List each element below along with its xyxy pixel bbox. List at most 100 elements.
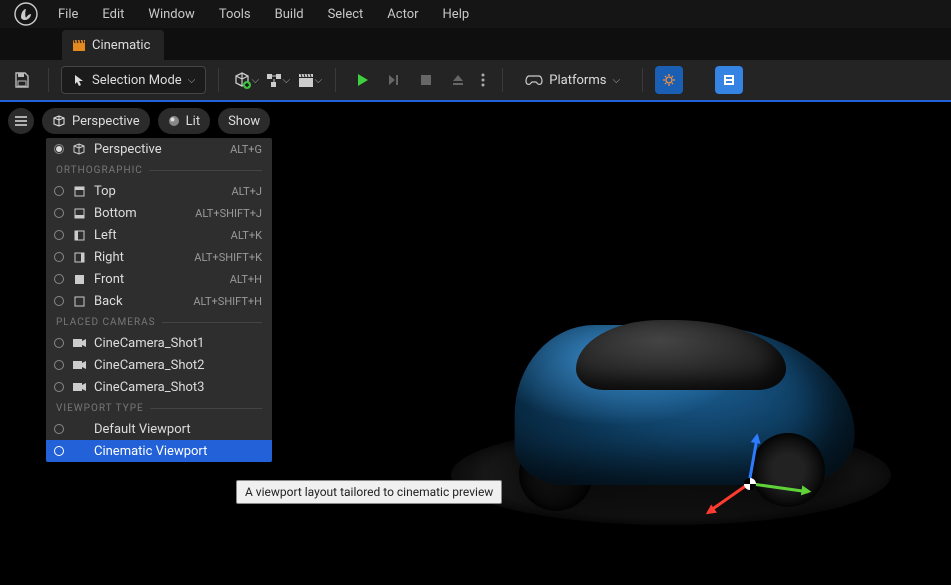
save-icon bbox=[13, 71, 31, 89]
clapper-icon bbox=[297, 71, 315, 89]
view-option-left[interactable]: Left ALT+K bbox=[46, 224, 272, 246]
sphere-icon bbox=[168, 115, 180, 127]
perspective-button[interactable]: Perspective bbox=[42, 108, 150, 134]
blueprint-button[interactable]: ⌵ bbox=[263, 66, 291, 94]
play-icon bbox=[354, 72, 370, 88]
transform-gizmo bbox=[739, 415, 819, 495]
show-button[interactable]: Show bbox=[218, 108, 270, 134]
chevron-down-icon: ⌵ bbox=[315, 75, 323, 86]
platforms-button[interactable]: Platforms ⌵ bbox=[515, 66, 630, 94]
menu-help[interactable]: Help bbox=[431, 1, 482, 28]
camera-icon bbox=[72, 358, 86, 372]
menu-window[interactable]: Window bbox=[136, 1, 206, 28]
section-viewport-type: VIEWPORT TYPE bbox=[46, 398, 272, 418]
selection-mode-button[interactable]: Selection Mode ⌵ bbox=[61, 66, 206, 94]
menu-actor[interactable]: Actor bbox=[375, 1, 430, 28]
menu-tools[interactable]: Tools bbox=[207, 1, 263, 28]
selection-mode-label: Selection Mode bbox=[92, 73, 182, 88]
camera-icon bbox=[72, 336, 86, 350]
menu-select[interactable]: Select bbox=[316, 1, 376, 28]
store-icon bbox=[722, 73, 736, 87]
square-front-icon bbox=[72, 272, 86, 286]
viewport-type-cinematic[interactable]: Cinematic Viewport bbox=[46, 440, 272, 462]
camera-option-shot3[interactable]: CineCamera_Shot3 bbox=[46, 376, 272, 398]
stop-button[interactable] bbox=[412, 66, 440, 94]
perspective-label: Perspective bbox=[72, 114, 140, 129]
stop-icon bbox=[419, 73, 433, 87]
view-option-front[interactable]: Front ALT+H bbox=[46, 268, 272, 290]
separator bbox=[218, 68, 219, 92]
camera-option-shot1[interactable]: CineCamera_Shot1 bbox=[46, 332, 272, 354]
skip-button[interactable] bbox=[380, 66, 408, 94]
chevron-down-icon: ⌵ bbox=[612, 75, 620, 86]
view-dropdown: Perspective ALT+G ORTHOGRAPHIC Top ALT+J… bbox=[46, 138, 272, 462]
cursor-icon bbox=[72, 73, 86, 87]
section-orthographic: ORTHOGRAPHIC bbox=[46, 160, 272, 180]
marketplace-button[interactable] bbox=[715, 66, 743, 94]
view-option-top[interactable]: Top ALT+J bbox=[46, 180, 272, 202]
clapperboard-icon bbox=[72, 38, 86, 52]
play-controls bbox=[348, 66, 490, 94]
axis-x bbox=[749, 482, 809, 493]
view-option-back[interactable]: Back ALT+SHIFT+H bbox=[46, 290, 272, 312]
cinematics-button[interactable]: ⌵ bbox=[295, 66, 323, 94]
app-logo bbox=[6, 2, 46, 26]
viewport-menu-button[interactable] bbox=[8, 108, 34, 134]
eject-icon bbox=[451, 73, 465, 87]
settings-button[interactable] bbox=[655, 66, 683, 94]
square-right-icon bbox=[72, 250, 86, 264]
add-content-button[interactable]: ⌵ bbox=[231, 66, 259, 94]
view-option-bottom[interactable]: Bottom ALT+SHIFT+J bbox=[46, 202, 272, 224]
kebab-icon bbox=[481, 72, 485, 88]
tab-bar: Cinematic bbox=[0, 28, 951, 60]
skip-icon bbox=[386, 72, 402, 88]
separator bbox=[48, 68, 49, 92]
toolbar: Selection Mode ⌵ ⌵ ⌵ ⌵ bbox=[0, 60, 951, 100]
section-placed-cameras: PLACED CAMERAS bbox=[46, 312, 272, 332]
controller-icon bbox=[525, 73, 543, 87]
tab-label: Cinematic bbox=[92, 38, 150, 53]
view-option-perspective[interactable]: Perspective ALT+G bbox=[46, 138, 272, 160]
cube-icon bbox=[52, 114, 66, 128]
tooltip: A viewport layout tailored to cinematic … bbox=[236, 480, 502, 504]
tab-cinematic[interactable]: Cinematic bbox=[62, 30, 164, 60]
menu-file[interactable]: File bbox=[46, 1, 90, 28]
viewport-type-default[interactable]: Default Viewport bbox=[46, 418, 272, 440]
platforms-label: Platforms bbox=[549, 73, 606, 88]
square-bottom-icon bbox=[72, 206, 86, 220]
chevron-down-icon: ⌵ bbox=[252, 75, 260, 86]
cube-plus-icon bbox=[232, 70, 252, 90]
axis-y bbox=[707, 482, 750, 513]
camera-icon bbox=[72, 380, 86, 394]
view-option-right[interactable]: Right ALT+SHIFT+K bbox=[46, 246, 272, 268]
separator bbox=[642, 68, 643, 92]
node-icon bbox=[265, 71, 283, 89]
gear-sun-icon bbox=[661, 72, 677, 88]
square-back-icon bbox=[72, 294, 86, 308]
viewport-content bbox=[411, 265, 931, 585]
save-button[interactable] bbox=[8, 66, 36, 94]
lit-button[interactable]: Lit bbox=[158, 108, 210, 134]
option-shortcut: ALT+G bbox=[230, 143, 262, 156]
add-tools-group: ⌵ ⌵ ⌵ bbox=[231, 66, 323, 94]
gizmo-origin bbox=[744, 478, 756, 490]
lit-label: Lit bbox=[186, 114, 200, 129]
app-root: File Edit Window Tools Build Select Acto… bbox=[0, 0, 951, 585]
square-left-icon bbox=[72, 228, 86, 242]
separator bbox=[335, 68, 336, 92]
option-label: Perspective bbox=[94, 142, 222, 157]
menu-edit[interactable]: Edit bbox=[90, 1, 136, 28]
menu-bar: File Edit Window Tools Build Select Acto… bbox=[0, 0, 951, 28]
play-button[interactable] bbox=[348, 66, 376, 94]
eject-button[interactable] bbox=[444, 66, 472, 94]
hamburger-icon bbox=[14, 115, 28, 127]
axis-z bbox=[748, 436, 759, 484]
cube-icon bbox=[72, 142, 86, 156]
square-top-icon bbox=[72, 184, 86, 198]
separator bbox=[502, 68, 503, 92]
play-options-button[interactable] bbox=[476, 66, 490, 94]
menu-build[interactable]: Build bbox=[263, 1, 316, 28]
camera-option-shot2[interactable]: CineCamera_Shot2 bbox=[46, 354, 272, 376]
show-label: Show bbox=[228, 114, 260, 129]
viewport-toolbar: Perspective Lit Show bbox=[8, 108, 270, 134]
